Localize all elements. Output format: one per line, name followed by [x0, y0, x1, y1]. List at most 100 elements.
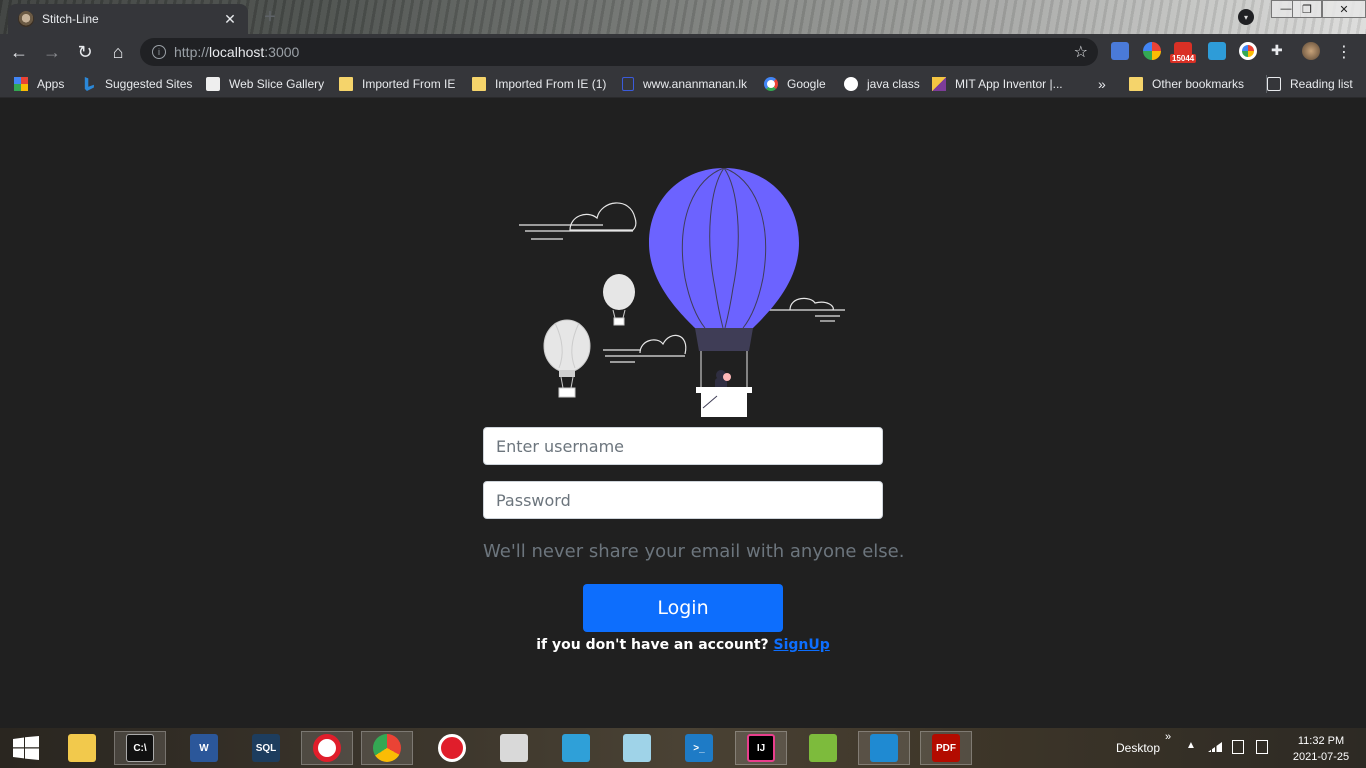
taskbar-share[interactable]: [550, 731, 602, 765]
browser-toolbar: ← → ↻ ⌂ i http://localhost:3000 ☆: [0, 34, 1366, 70]
signup-prompt: if you don't have an account? SignUp: [0, 637, 1366, 653]
url-scheme: http://: [174, 44, 210, 60]
browser-tab[interactable]: Stitch-Line ✕: [8, 4, 248, 34]
bookmark-google[interactable]: Google: [764, 75, 826, 93]
restore-button[interactable]: ❐: [1292, 0, 1322, 18]
folder-icon: [1129, 77, 1143, 91]
taskbar-opera[interactable]: [301, 731, 353, 765]
translate-extension-icon[interactable]: [1111, 42, 1129, 60]
google-extension-icon[interactable]: [1239, 42, 1257, 60]
taskbar-notes[interactable]: [611, 731, 663, 765]
show-hidden-icons-icon[interactable]: ▲: [1186, 740, 1196, 751]
system-clock[interactable]: 11:32 PM 2021-07-25: [1286, 733, 1356, 765]
taskbar-mysql[interactable]: SQL: [240, 731, 292, 765]
command-prompt-icon: C:\: [126, 734, 154, 762]
url-host: localhost: [209, 44, 265, 60]
page-icon: [622, 77, 634, 91]
reload-button[interactable]: ↻: [71, 38, 99, 66]
taskbar-intellij[interactable]: IJ: [735, 731, 787, 765]
taskbar-vscode[interactable]: [858, 731, 910, 765]
intellij-icon: IJ: [747, 734, 775, 762]
record-icon: [438, 734, 466, 762]
profile-avatar[interactable]: [1302, 42, 1320, 60]
bookmark-label: Other bookmarks: [1152, 77, 1245, 91]
signup-link[interactable]: SignUp: [774, 637, 830, 653]
tab-search-icon[interactable]: ▾: [1238, 9, 1254, 25]
back-button[interactable]: ←: [5, 38, 33, 66]
bookmark-java-class[interactable]: java class: [844, 75, 920, 93]
globe-icon: [844, 77, 858, 91]
taskbar-acrobat[interactable]: PDF: [920, 731, 972, 765]
word-icon: W: [190, 734, 218, 762]
volume-muted-icon[interactable]: [1232, 740, 1244, 754]
colorful-extension-icon[interactable]: [1143, 42, 1161, 60]
bookmark-label: Web Slice Gallery: [229, 77, 325, 91]
browser-menu-icon[interactable]: ⋮: [1335, 42, 1353, 61]
bookmark-ananmanan[interactable]: www.ananmanan.lk: [622, 75, 747, 93]
bookmark-star-icon[interactable]: ☆: [1074, 42, 1088, 62]
clock-time: 11:32 PM: [1297, 735, 1345, 747]
reading-list-button[interactable]: Reading list: [1266, 75, 1353, 93]
network-signal-icon[interactable]: [1208, 742, 1222, 752]
bookmark-suggested-sites[interactable]: Suggested Sites: [82, 75, 192, 93]
bookmark-label: www.ananmanan.lk: [643, 77, 748, 91]
mail-count-badge: 15044: [1170, 54, 1197, 63]
bookmark-apps[interactable]: Apps: [14, 75, 64, 93]
bookmark-label: Imported From IE (1): [495, 77, 607, 91]
start-button[interactable]: [0, 731, 52, 765]
page-content: We'll never share your email with anyone…: [0, 98, 1366, 728]
bookmarks-bar: Apps Suggested Sites Web Slice Gallery I…: [0, 70, 1366, 98]
taskbar-file-explorer[interactable]: [56, 731, 108, 765]
bookmark-imported-from-ie-1[interactable]: Imported From IE (1): [472, 75, 606, 93]
extensions-puzzle-icon[interactable]: ✚: [1271, 42, 1289, 60]
bookmarks-overflow-button[interactable]: »: [1098, 75, 1106, 93]
taskbar-cmd[interactable]: C:\: [114, 731, 166, 765]
bookmark-label: MIT App Inventor |...: [955, 77, 1063, 91]
bookmark-label: Imported From IE: [362, 77, 456, 91]
vscode-icon: [870, 734, 898, 762]
password-input[interactable]: [483, 481, 883, 519]
taskbar-powershell[interactable]: >_: [673, 731, 725, 765]
file-explorer-icon: [68, 734, 96, 762]
site-info-icon[interactable]: i: [152, 45, 166, 59]
email-help-text: We'll never share your email with anyone…: [483, 541, 905, 562]
tab-title: Stitch-Line: [42, 12, 99, 26]
share-extension-icon[interactable]: [1208, 42, 1226, 60]
powershell-icon: >_: [685, 734, 713, 762]
clock-date: 2021-07-25: [1292, 751, 1350, 763]
window-close-button[interactable]: ✕: [1322, 0, 1366, 18]
tab-favicon-icon: [18, 11, 34, 27]
taskbar-recorder[interactable]: [426, 731, 478, 765]
login-button[interactable]: Login: [583, 584, 783, 632]
home-button[interactable]: ⌂: [104, 38, 132, 66]
address-bar[interactable]: i http://localhost:3000 ☆: [140, 38, 1098, 66]
app-inventor-icon: [932, 77, 946, 91]
username-input[interactable]: [483, 427, 883, 465]
notepad-plus-plus-icon: [809, 734, 837, 762]
taskbar-chrome[interactable]: [361, 731, 413, 765]
forward-button[interactable]: →: [38, 38, 66, 66]
bookmark-imported-from-ie[interactable]: Imported From IE: [339, 75, 455, 93]
new-tab-button[interactable]: +: [259, 6, 281, 28]
battery-icon[interactable]: [1256, 740, 1268, 754]
notes-app-icon: [623, 734, 651, 762]
snipping-tool-icon: [500, 734, 528, 762]
taskbar-notepadpp[interactable]: [797, 731, 849, 765]
folder-icon: [339, 77, 353, 91]
taskbar-snipping[interactable]: [488, 731, 540, 765]
acrobat-icon: PDF: [932, 734, 960, 762]
signup-prompt-text: if you don't have an account?: [536, 637, 769, 653]
desktop-toolbar-label[interactable]: Desktop: [1116, 741, 1160, 755]
bookmark-web-slice-gallery[interactable]: Web Slice Gallery: [206, 75, 324, 93]
bookmark-mit-app-inventor[interactable]: MIT App Inventor |...: [932, 75, 1063, 93]
tab-close-icon[interactable]: ✕: [222, 11, 238, 27]
chrome-icon: [373, 734, 401, 762]
bookmark-other[interactable]: Other bookmarks: [1129, 75, 1244, 93]
bing-icon: [84, 77, 94, 91]
windows-taskbar: C:\ W SQL >_ IJ PDF Desktop » ▲ 11:32 PM…: [0, 728, 1366, 768]
web-slice-icon: [206, 77, 220, 91]
taskbar-word[interactable]: W: [178, 731, 230, 765]
folder-icon: [472, 77, 486, 91]
hot-air-balloons-illustration: [519, 168, 845, 417]
tray-overflow-button[interactable]: »: [1165, 731, 1171, 743]
